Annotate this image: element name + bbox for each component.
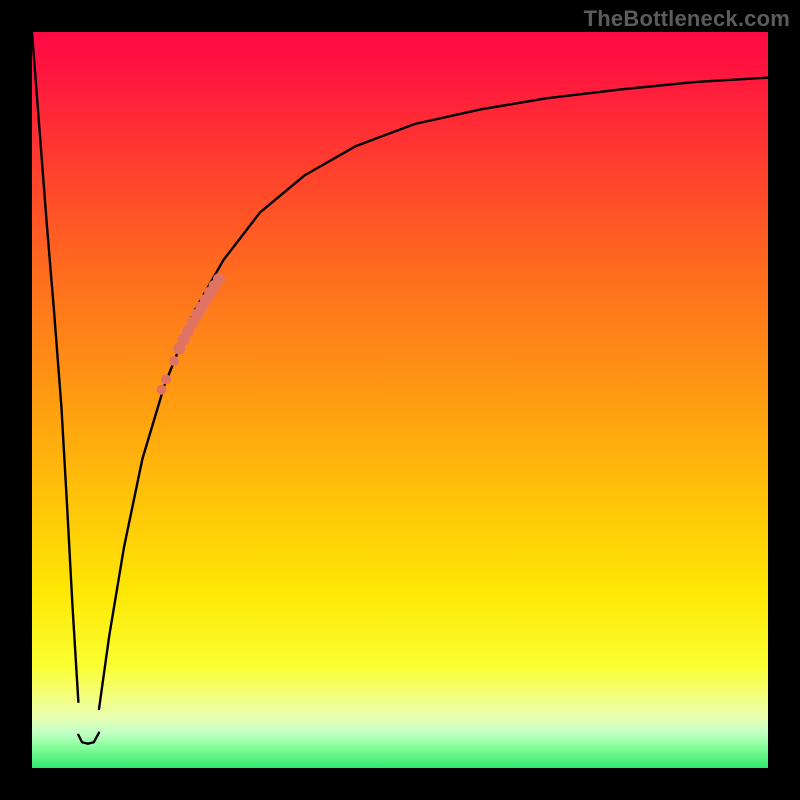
plot-area <box>32 32 768 768</box>
curve-valley-floor <box>78 733 99 744</box>
highlighted-markers <box>157 273 225 394</box>
bottleneck-curve <box>32 32 768 744</box>
watermark-text: TheBottleneck.com <box>584 6 790 32</box>
curve-right-branch <box>99 78 768 709</box>
marker-dot <box>157 385 167 395</box>
marker-dot <box>213 273 225 285</box>
curve-layer <box>32 32 768 768</box>
marker-dot <box>169 356 179 366</box>
curve-left-branch <box>32 32 78 702</box>
marker-dot <box>161 374 171 384</box>
chart-frame: TheBottleneck.com <box>0 0 800 800</box>
